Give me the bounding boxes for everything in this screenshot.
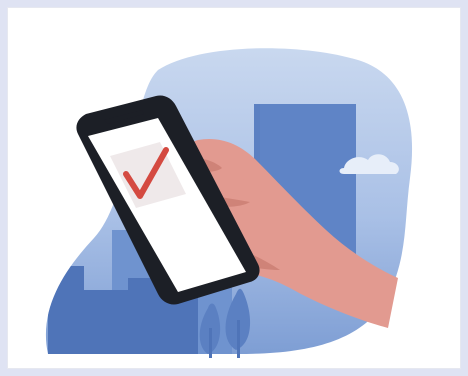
illustration-card: [7, 7, 461, 369]
illustration-frame: [0, 0, 468, 376]
phone-checkmark-illustration-icon: [45, 48, 413, 358]
